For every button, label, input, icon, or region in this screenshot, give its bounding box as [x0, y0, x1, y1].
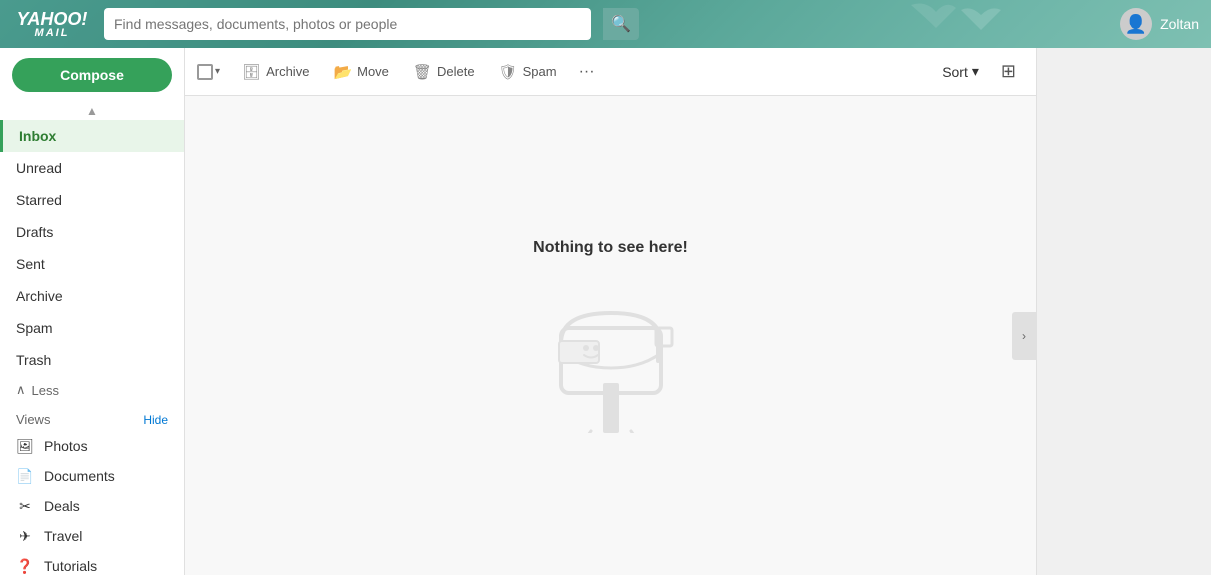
- search-icon: 🔍: [611, 14, 631, 34]
- archive-btn-label: Archive: [266, 64, 309, 79]
- drafts-label: Drafts: [16, 224, 53, 240]
- photos-icon: 🖼: [16, 437, 34, 455]
- unread-label: Unread: [16, 160, 62, 176]
- archive-icon: 🗄: [242, 63, 261, 81]
- views-section-header: Views Hide: [0, 404, 184, 431]
- sidebar-item-spam[interactable]: Spam: [0, 312, 184, 344]
- email-list: Nothing to see here!: [185, 96, 1036, 575]
- sidebar-item-unread[interactable]: Unread: [0, 152, 184, 184]
- select-all-area: ▾: [197, 64, 220, 80]
- documents-label: Documents: [44, 468, 115, 484]
- select-all-checkbox[interactable]: [197, 64, 213, 80]
- delete-button[interactable]: 🗑 Delete: [403, 58, 485, 86]
- sidebar-item-trash[interactable]: Trash: [0, 344, 184, 376]
- sidebar-item-documents[interactable]: 📄 Documents: [0, 461, 184, 491]
- delete-btn-label: Delete: [437, 64, 475, 79]
- sidebar-item-deals[interactable]: ✂ Deals: [0, 491, 184, 521]
- sidebar: Compose ▲ Inbox Unread Starred Drafts Se…: [0, 48, 185, 575]
- more-button[interactable]: ···: [571, 58, 603, 86]
- inbox-label: Inbox: [19, 128, 56, 144]
- empty-title: Nothing to see here!: [533, 239, 688, 257]
- spam-button[interactable]: 🛡 Spam: [489, 58, 567, 86]
- logo-main: YAHOO!: [17, 10, 88, 28]
- logo-sub: MAIL: [35, 28, 70, 39]
- sidebar-item-travel[interactable]: ✈ Travel: [0, 521, 184, 551]
- search-button[interactable]: 🔍: [603, 8, 639, 40]
- starred-label: Starred: [16, 192, 62, 208]
- spam-btn-label: Spam: [523, 64, 557, 79]
- less-label: Less: [32, 383, 59, 398]
- spam-icon: 🛡: [499, 63, 518, 81]
- deals-icon: ✂: [16, 497, 34, 515]
- sidebar-item-sent[interactable]: Sent: [0, 248, 184, 280]
- archive-button[interactable]: 🗄 Archive: [232, 58, 319, 86]
- sidebar-item-inbox[interactable]: Inbox: [0, 120, 184, 152]
- tutorials-icon: ❓: [16, 557, 34, 575]
- move-button[interactable]: 📂 Move: [323, 58, 398, 86]
- mailbox-illustration: [541, 273, 681, 433]
- views-label: Views: [16, 412, 50, 427]
- search-input[interactable]: [114, 16, 581, 32]
- scroll-up-indicator: ▲: [0, 102, 184, 120]
- right-panel: [1036, 48, 1211, 575]
- sent-label: Sent: [16, 256, 45, 272]
- select-dropdown-arrow[interactable]: ▾: [215, 66, 220, 77]
- avatar[interactable]: 👤: [1120, 8, 1152, 40]
- header: YAHOO! MAIL 🔍 👤 Zoltan: [0, 0, 1211, 48]
- username-label: Zoltan: [1160, 16, 1199, 32]
- logo: YAHOO! MAIL: [12, 10, 92, 39]
- tutorials-label: Tutorials: [44, 558, 97, 574]
- delete-icon: 🗑: [413, 63, 432, 81]
- compose-button[interactable]: Compose: [12, 58, 172, 92]
- user-area: 👤 Zoltan: [1120, 8, 1199, 40]
- grid-icon: ⊞: [1001, 61, 1016, 81]
- toolbar: ▾ 🗄 Archive 📂 Move 🗑 Delete 🛡 Spam ···: [185, 48, 1036, 96]
- chevron-right-icon: ›: [1022, 329, 1026, 343]
- less-toggle[interactable]: ∧ Less: [0, 376, 184, 404]
- sort-arrow-icon: ▾: [972, 63, 979, 80]
- sort-button[interactable]: Sort ▾: [932, 58, 989, 85]
- sidebar-item-starred[interactable]: Starred: [0, 184, 184, 216]
- main-content: ▾ 🗄 Archive 📂 Move 🗑 Delete 🛡 Spam ···: [185, 48, 1036, 575]
- more-icon: ···: [579, 63, 595, 81]
- spam-label: Spam: [16, 320, 53, 336]
- documents-icon: 📄: [16, 467, 34, 485]
- photos-label: Photos: [44, 438, 88, 454]
- trash-label: Trash: [16, 352, 51, 368]
- move-icon: 📂: [333, 63, 352, 81]
- right-panel-toggle[interactable]: ›: [1012, 312, 1036, 360]
- sidebar-item-drafts[interactable]: Drafts: [0, 216, 184, 248]
- sidebar-item-photos[interactable]: 🖼 Photos: [0, 431, 184, 461]
- search-bar: [104, 8, 591, 40]
- sidebar-item-tutorials[interactable]: ❓ Tutorials: [0, 551, 184, 575]
- hide-link[interactable]: Hide: [143, 413, 168, 427]
- travel-label: Travel: [44, 528, 82, 544]
- move-btn-label: Move: [357, 64, 389, 79]
- travel-icon: ✈: [16, 527, 34, 545]
- empty-state: Nothing to see here!: [533, 239, 688, 433]
- sort-label: Sort: [942, 64, 968, 80]
- archive-label: Archive: [16, 288, 63, 304]
- app-body: Compose ▲ Inbox Unread Starred Drafts Se…: [0, 48, 1211, 575]
- chevron-up-icon: ∧: [16, 382, 26, 398]
- deals-label: Deals: [44, 498, 80, 514]
- grid-view-button[interactable]: ⊞: [993, 56, 1024, 87]
- sidebar-item-archive[interactable]: Archive: [0, 280, 184, 312]
